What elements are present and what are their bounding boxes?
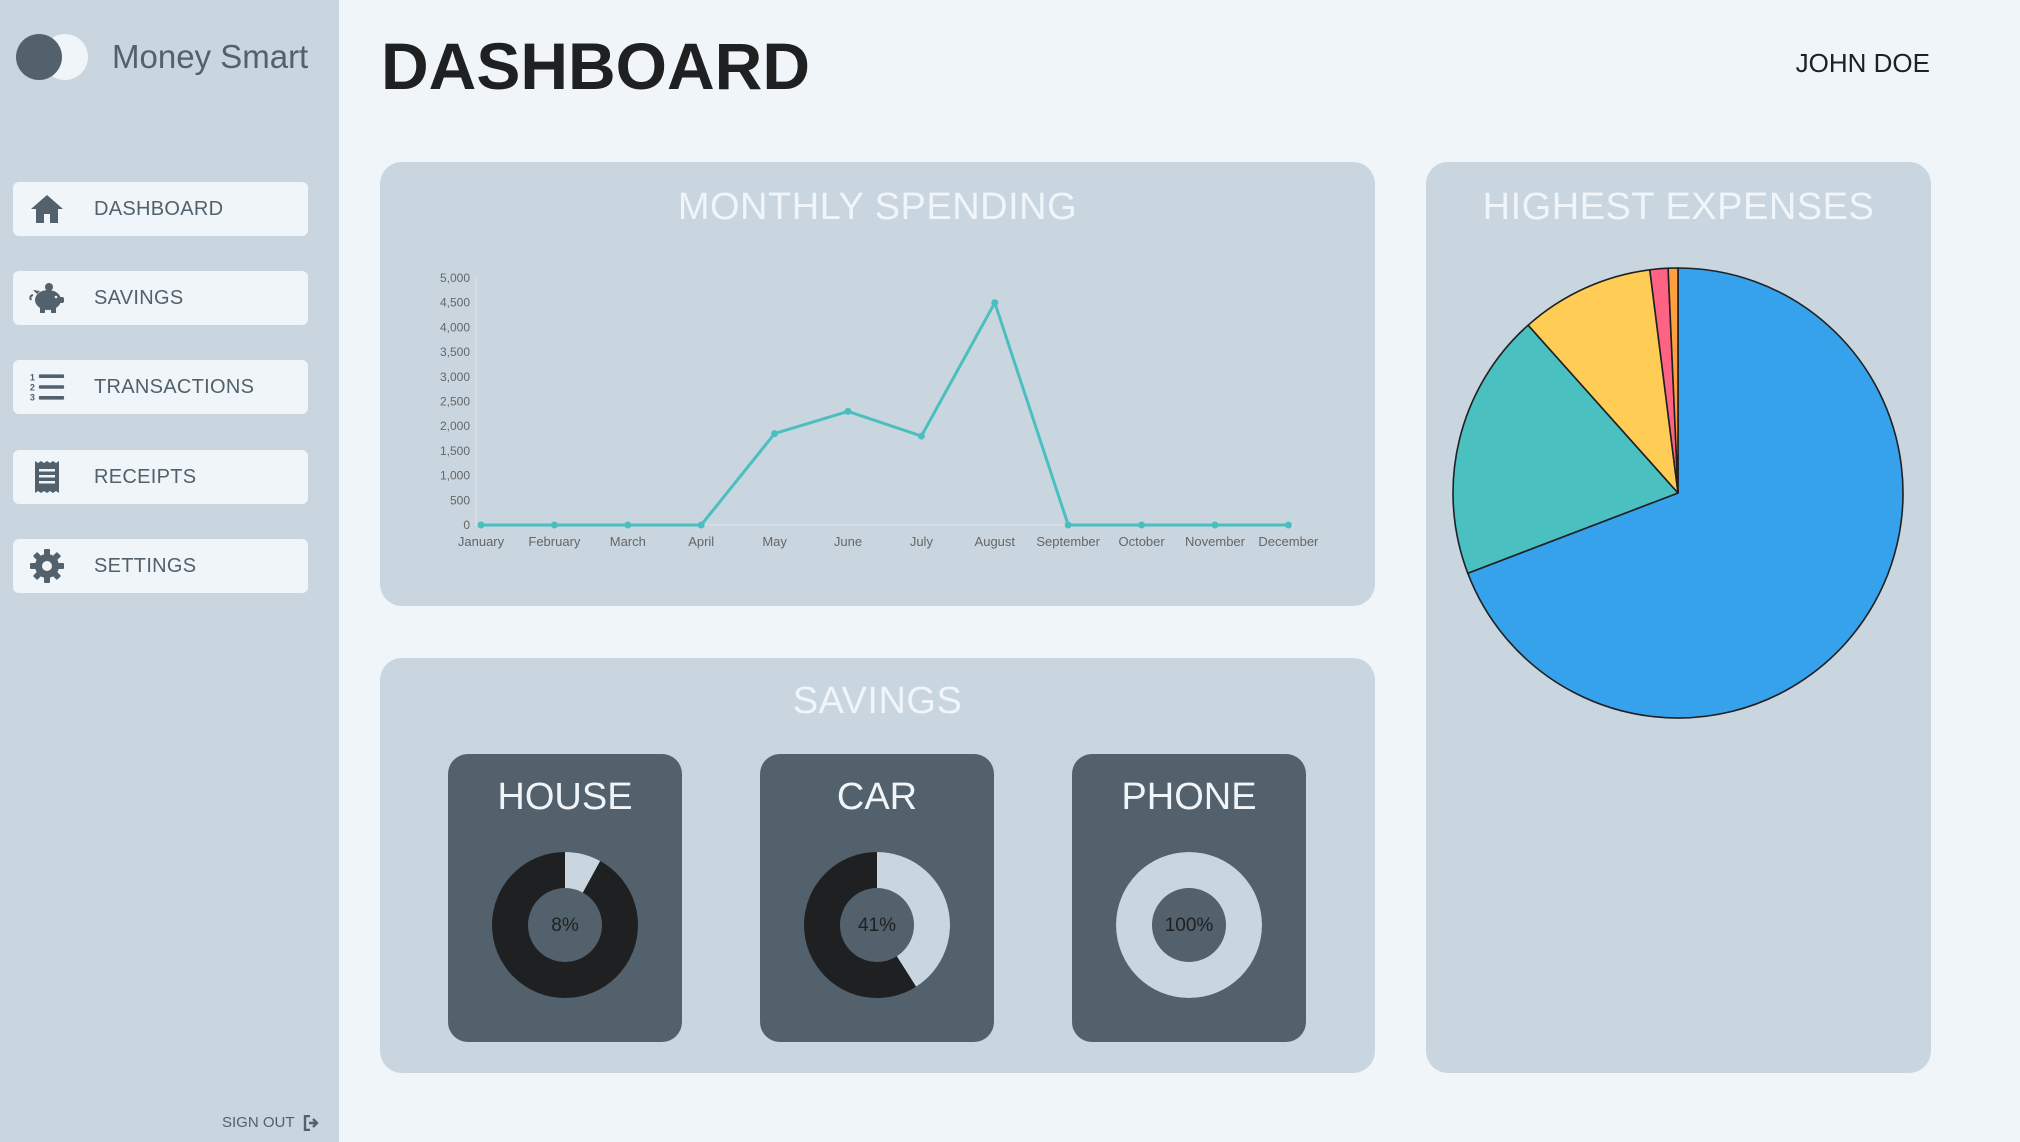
svg-text:3: 3 — [30, 393, 35, 403]
x-tick-label: April — [688, 534, 714, 549]
data-point — [697, 521, 705, 529]
savings-goal-car[interactable]: CAR 41% — [760, 754, 994, 1042]
data-point — [844, 407, 852, 415]
data-point — [1211, 521, 1219, 529]
x-tick-label: October — [1118, 534, 1165, 549]
data-point — [550, 521, 558, 529]
data-point — [624, 521, 632, 529]
goal-name: HOUSE — [497, 776, 633, 818]
sidebar-item-label: DASHBOARD — [94, 197, 224, 220]
piggy-bank-icon — [29, 283, 64, 313]
monthly-spending-chart: 0 500 1,000 1,500 2,000 2,500 3,000 3,500 4,000 4… — [440, 271, 1319, 549]
data-point — [771, 430, 779, 438]
x-tick-label: June — [834, 534, 862, 549]
goal-name: PHONE — [1121, 776, 1257, 818]
user-name[interactable]: JOHN DOE — [1796, 48, 1930, 79]
y-tick-label: 2,000 — [440, 419, 470, 433]
sign-out-icon — [303, 1114, 319, 1131]
x-tick-label: January — [458, 534, 505, 549]
y-tick-label: 1,000 — [440, 469, 470, 483]
sidebar-item-label: SAVINGS — [94, 286, 184, 309]
goal-percent: 41% — [857, 915, 897, 936]
data-point — [917, 432, 925, 440]
data-point — [1284, 521, 1292, 529]
y-tick-label: 1,500 — [440, 444, 470, 458]
goal-percent: 100% — [1164, 915, 1214, 936]
sign-out-label: SIGN OUT — [222, 1114, 295, 1131]
sidebar-item-transactions[interactable]: 1 2 3 TRANSACTIONS — [13, 360, 308, 414]
receipt-icon — [35, 461, 59, 493]
data-point — [477, 521, 485, 529]
y-tick-label: 0 — [463, 518, 470, 532]
svg-text:2: 2 — [30, 383, 35, 393]
x-tick-label: November — [1185, 534, 1246, 549]
sign-out-link[interactable]: SIGN OUT — [222, 1114, 321, 1131]
y-tick-label: 3,000 — [440, 370, 470, 384]
data-point — [991, 299, 999, 307]
savings-goal-phone[interactable]: PHONE 100% — [1072, 754, 1306, 1042]
x-tick-label: September — [1036, 534, 1100, 549]
sidebar-item-label: RECEIPTS — [94, 465, 197, 488]
sidebar-item-savings[interactable]: SAVINGS — [13, 271, 308, 325]
sidebar-item-settings[interactable]: SETTINGS — [13, 539, 308, 593]
x-tick-label: July — [910, 534, 934, 549]
spending-line — [481, 301, 1289, 527]
app-name: Money Smart — [112, 38, 309, 75]
savings-title: SAVINGS — [792, 680, 963, 722]
brand: Money Smart — [16, 34, 308, 80]
y-tick-label: 4,000 — [440, 320, 470, 334]
sidebar-item-dashboard[interactable]: DASHBOARD — [13, 182, 308, 236]
x-tick-label: February — [528, 534, 581, 549]
gear-icon — [30, 549, 64, 583]
data-point — [1064, 521, 1072, 529]
x-tick-label: August — [975, 534, 1016, 549]
goal-percent: 8% — [551, 915, 579, 936]
y-tick-label: 3,500 — [440, 345, 470, 359]
theme-toggle[interactable] — [16, 34, 88, 80]
highest-expenses-chart — [1452, 267, 1904, 719]
x-tick-label: December — [1258, 534, 1319, 549]
page-title: DASHBOARD — [381, 29, 810, 103]
goal-name: CAR — [836, 776, 918, 818]
y-tick-label: 2,500 — [440, 395, 470, 409]
savings-goal-house[interactable]: HOUSE 8% — [448, 754, 682, 1042]
y-tick-label: 4,500 — [440, 296, 470, 310]
toggle-dark-knob — [16, 34, 62, 80]
home-icon — [31, 195, 63, 223]
sidebar-item-label: TRANSACTIONS — [94, 375, 255, 398]
data-point — [1138, 521, 1146, 529]
sidebar-item-label: SETTINGS — [94, 554, 197, 577]
y-tick-label: 5,000 — [440, 271, 470, 285]
svg-text:1: 1 — [30, 373, 35, 383]
sidebar: Money Smart DASHBOARD SAVINGS 1 2 3 TRAN… — [0, 0, 339, 1142]
numbered-list-icon: 1 2 3 — [30, 373, 65, 403]
y-tick-label: 500 — [450, 493, 470, 507]
x-tick-label: May — [762, 534, 787, 549]
sidebar-item-receipts[interactable]: RECEIPTS — [13, 450, 308, 504]
x-tick-label: March — [610, 534, 646, 549]
